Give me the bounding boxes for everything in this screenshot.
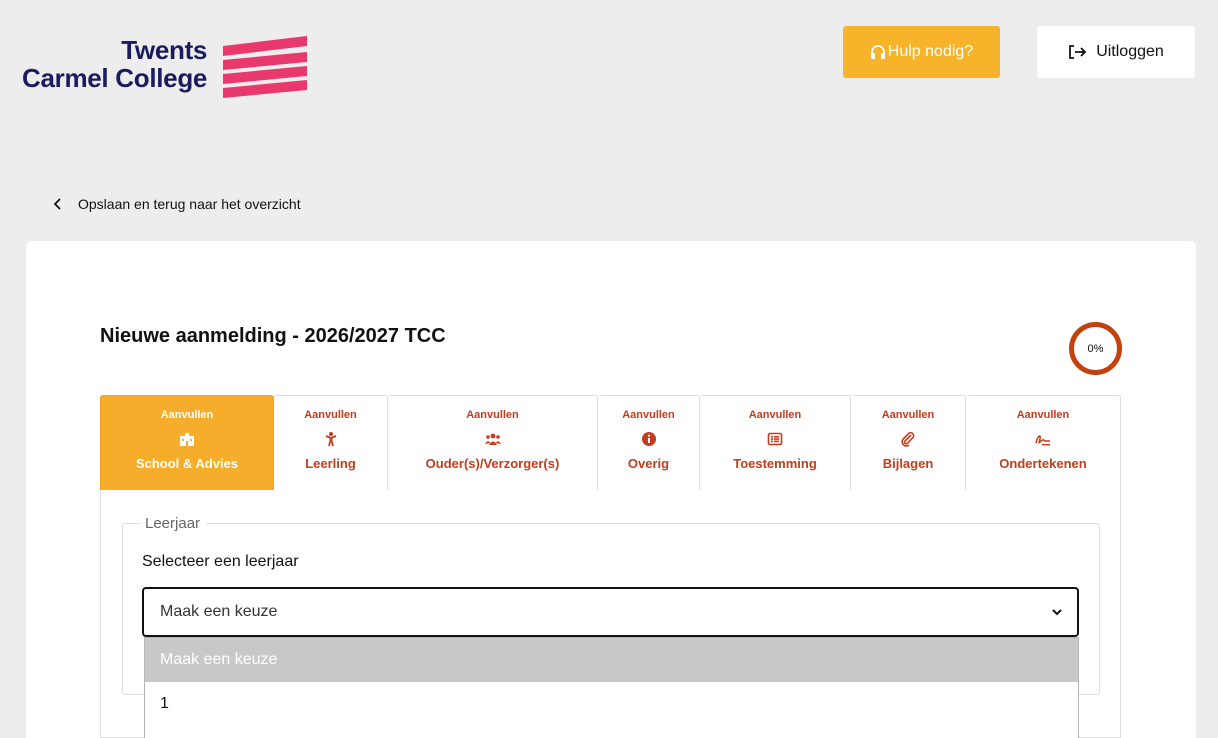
back-link-label: Opslaan en terug naar het overzicht — [78, 196, 301, 212]
tab-overig[interactable]: Aanvullen Overig — [598, 395, 700, 491]
tab-bijlagen[interactable]: Aanvullen Bijlagen — [851, 395, 966, 491]
tab-leerling[interactable]: Aanvullen Leerling — [274, 395, 388, 491]
logo-text: Twents Carmel College — [22, 36, 207, 92]
headphones-icon — [870, 45, 885, 59]
tab-status: Aanvullen — [881, 409, 935, 421]
logout-button-label: Uitloggen — [1096, 43, 1164, 60]
dropdown-option[interactable]: 1 — [145, 682, 1078, 726]
paperclip-icon — [901, 431, 915, 447]
chevron-down-icon — [1052, 609, 1062, 616]
logo-line-2: Carmel College — [22, 63, 208, 93]
logout-button[interactable]: Uitloggen — [1037, 26, 1195, 78]
tab-status: Aanvullen — [160, 409, 214, 421]
users-icon — [484, 433, 501, 445]
school-logo: Twents Carmel College — [22, 36, 308, 98]
progress-label: 0% — [1087, 342, 1104, 355]
tab-status: Aanvullen — [748, 409, 802, 421]
school-icon — [180, 433, 194, 446]
tab-status: Aanvullen — [304, 409, 357, 421]
tab-label: Ondertekenen — [999, 456, 1087, 471]
leerjaar-select[interactable]: Maak een keuze — [142, 587, 1079, 637]
page-title: Nieuwe aanmelding - 2026/2027 TCC — [100, 325, 446, 347]
tab-ondertekenen[interactable]: Aanvullen Ondertekenen — [966, 395, 1121, 491]
tab-toestemming[interactable]: Aanvullen Toestemming — [700, 395, 851, 491]
list-icon — [767, 432, 783, 446]
tab-label: Overig — [627, 456, 670, 471]
tab-label: Toestemming — [733, 456, 817, 471]
tab-status: Aanvullen — [1016, 409, 1070, 421]
signature-icon — [1035, 435, 1050, 446]
leerjaar-dropdown-list: Maak een keuze 1 — [144, 637, 1079, 738]
tab-label: School & Advies — [135, 456, 239, 471]
step-tabs: Aanvullen School & Advies Aanvullen Leer… — [100, 395, 1121, 491]
tab-ouders-verzorgers[interactable]: Aanvullen Ouder(s)/Verzorger(s) — [388, 395, 598, 491]
chevron-left-icon — [53, 198, 61, 210]
logo-line-1: Twents — [121, 35, 208, 65]
help-button-label: Hulp nodig? — [887, 43, 974, 60]
tab-status: Aanvullen — [466, 409, 519, 421]
logo-mark-icon — [223, 36, 308, 98]
tab-status: Aanvullen — [622, 409, 675, 421]
leerjaar-select-value: Maak een keuze — [160, 603, 278, 620]
logout-icon — [1069, 45, 1087, 59]
dropdown-option[interactable]: Maak een keuze — [145, 638, 1078, 682]
info-icon — [641, 432, 656, 446]
tab-label: Leerling — [305, 456, 356, 471]
leerjaar-field-label: Selecteer een leerjaar — [142, 553, 299, 570]
help-button[interactable]: Hulp nodig? — [843, 26, 1000, 78]
tab-label: Bijlagen — [882, 456, 934, 471]
leerjaar-legend: Leerjaar — [145, 515, 201, 532]
tab-school-advies[interactable]: Aanvullen School & Advies — [100, 395, 274, 491]
tab-label: Ouder(s)/Verzorger(s) — [425, 456, 560, 471]
child-icon — [325, 432, 336, 447]
back-to-overview-link[interactable]: Opslaan en terug naar het overzicht — [52, 196, 301, 212]
